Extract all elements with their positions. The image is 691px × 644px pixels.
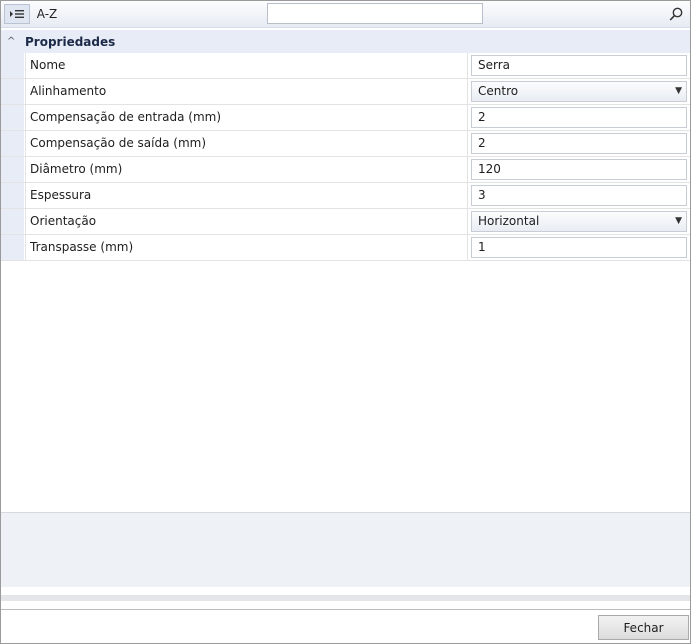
divider: [1, 609, 690, 610]
search-input[interactable]: [267, 3, 483, 24]
property-value-field[interactable]: Serra: [471, 55, 687, 76]
properties-window: A-Z ^ Propriedades Nome Serra Alinhament…: [0, 0, 691, 644]
dropdown-value: Horizontal: [478, 214, 540, 228]
row-gutter: [1, 235, 24, 260]
property-value-dropdown[interactable]: Horizontal ▼: [471, 211, 687, 232]
chevron-up-icon[interactable]: ^: [7, 36, 21, 47]
property-row: Transpasse (mm) 1: [1, 235, 690, 261]
property-name: Transpasse (mm): [25, 235, 468, 260]
property-value-field[interactable]: 2: [471, 133, 687, 154]
property-name: Alinhamento: [25, 79, 468, 104]
description-panel: [1, 512, 690, 587]
row-gutter: [1, 209, 24, 234]
row-gutter: [1, 53, 24, 78]
property-value-dropdown[interactable]: Centro ▼: [471, 81, 687, 102]
property-value-field[interactable]: 1: [471, 237, 687, 258]
property-name: Compensação de saída (mm): [25, 131, 468, 156]
categorized-view-icon: [10, 10, 24, 18]
dropdown-value: Centro: [478, 84, 519, 98]
property-name: Compensação de entrada (mm): [25, 105, 468, 130]
row-gutter: [1, 131, 24, 156]
search-icon: [669, 7, 683, 21]
property-value-field[interactable]: 2: [471, 107, 687, 128]
property-name: Nome: [25, 53, 468, 78]
dropdown-arrow-icon[interactable]: ▼: [675, 82, 682, 101]
toolbar: A-Z: [1, 1, 690, 28]
property-name: Diâmetro (mm): [25, 157, 468, 182]
property-value-field[interactable]: 3: [471, 185, 687, 206]
property-row: Nome Serra: [1, 53, 690, 79]
property-row: Espessura 3: [1, 183, 690, 209]
row-gutter: [1, 157, 24, 182]
category-header[interactable]: ^ Propriedades: [1, 30, 690, 53]
category-title: Propriedades: [25, 34, 116, 49]
property-grid: Nome Serra Alinhamento Centro ▼ Compensa…: [1, 53, 690, 261]
property-value-field[interactable]: 120: [471, 159, 687, 180]
property-name: Espessura: [25, 183, 468, 208]
row-gutter: [1, 183, 24, 208]
property-row: Compensação de saída (mm) 2: [1, 131, 690, 157]
property-name: Orientação: [25, 209, 468, 234]
search-button[interactable]: [668, 6, 684, 22]
row-gutter: [1, 105, 24, 130]
property-row: Diâmetro (mm) 120: [1, 157, 690, 183]
row-gutter: [1, 79, 24, 104]
close-button[interactable]: Fechar: [598, 615, 689, 640]
property-row: Alinhamento Centro ▼: [1, 79, 690, 105]
splitter[interactable]: [1, 595, 690, 601]
dropdown-arrow-icon[interactable]: ▼: [675, 212, 682, 231]
property-row: Compensação de entrada (mm) 2: [1, 105, 690, 131]
categorized-view-button[interactable]: [4, 4, 30, 24]
alphabetical-sort-button[interactable]: A-Z: [34, 4, 60, 24]
property-row: Orientação Horizontal ▼: [1, 209, 690, 235]
